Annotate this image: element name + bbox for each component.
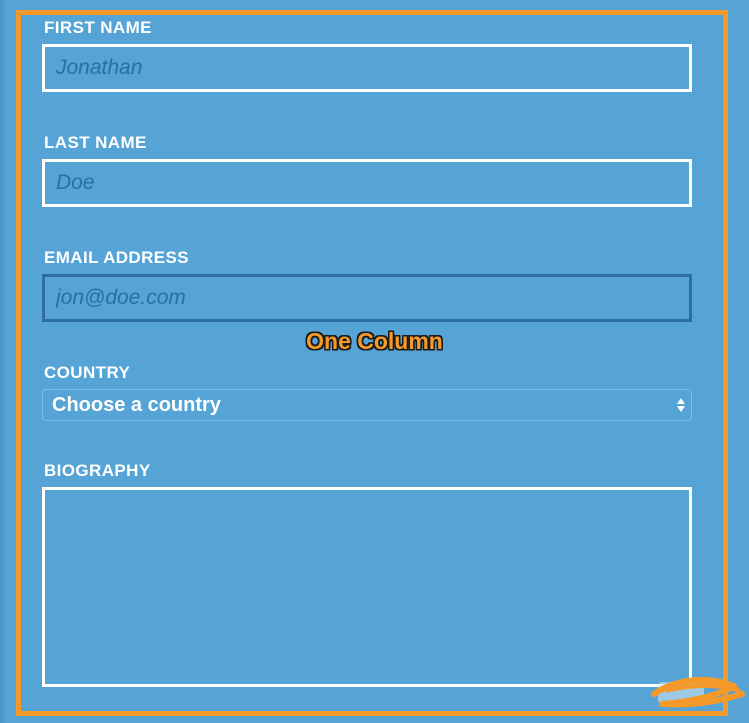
- last-name-input[interactable]: [42, 159, 692, 207]
- first-name-input[interactable]: [42, 44, 692, 92]
- biography-label: BIOGRAPHY: [44, 461, 151, 480]
- select-arrows-icon: [677, 398, 685, 412]
- one-column-annotation: One Column: [306, 328, 443, 354]
- scribble-mark-icon: [651, 676, 745, 708]
- country-select-value: Choose a country: [52, 394, 221, 416]
- country-label: COUNTRY: [44, 363, 131, 382]
- first-name-label: FIRST NAME: [44, 18, 152, 37]
- biography-textarea[interactable]: [42, 487, 692, 687]
- signup-form-page: FIRST NAME LAST NAME EMAIL ADDRESS One C…: [0, 0, 749, 723]
- last-name-label: LAST NAME: [44, 133, 147, 152]
- country-select[interactable]: Choose a country: [42, 389, 692, 421]
- left-edge-shadow: [0, 0, 6, 723]
- email-label: EMAIL ADDRESS: [44, 248, 189, 267]
- email-input[interactable]: [42, 274, 692, 322]
